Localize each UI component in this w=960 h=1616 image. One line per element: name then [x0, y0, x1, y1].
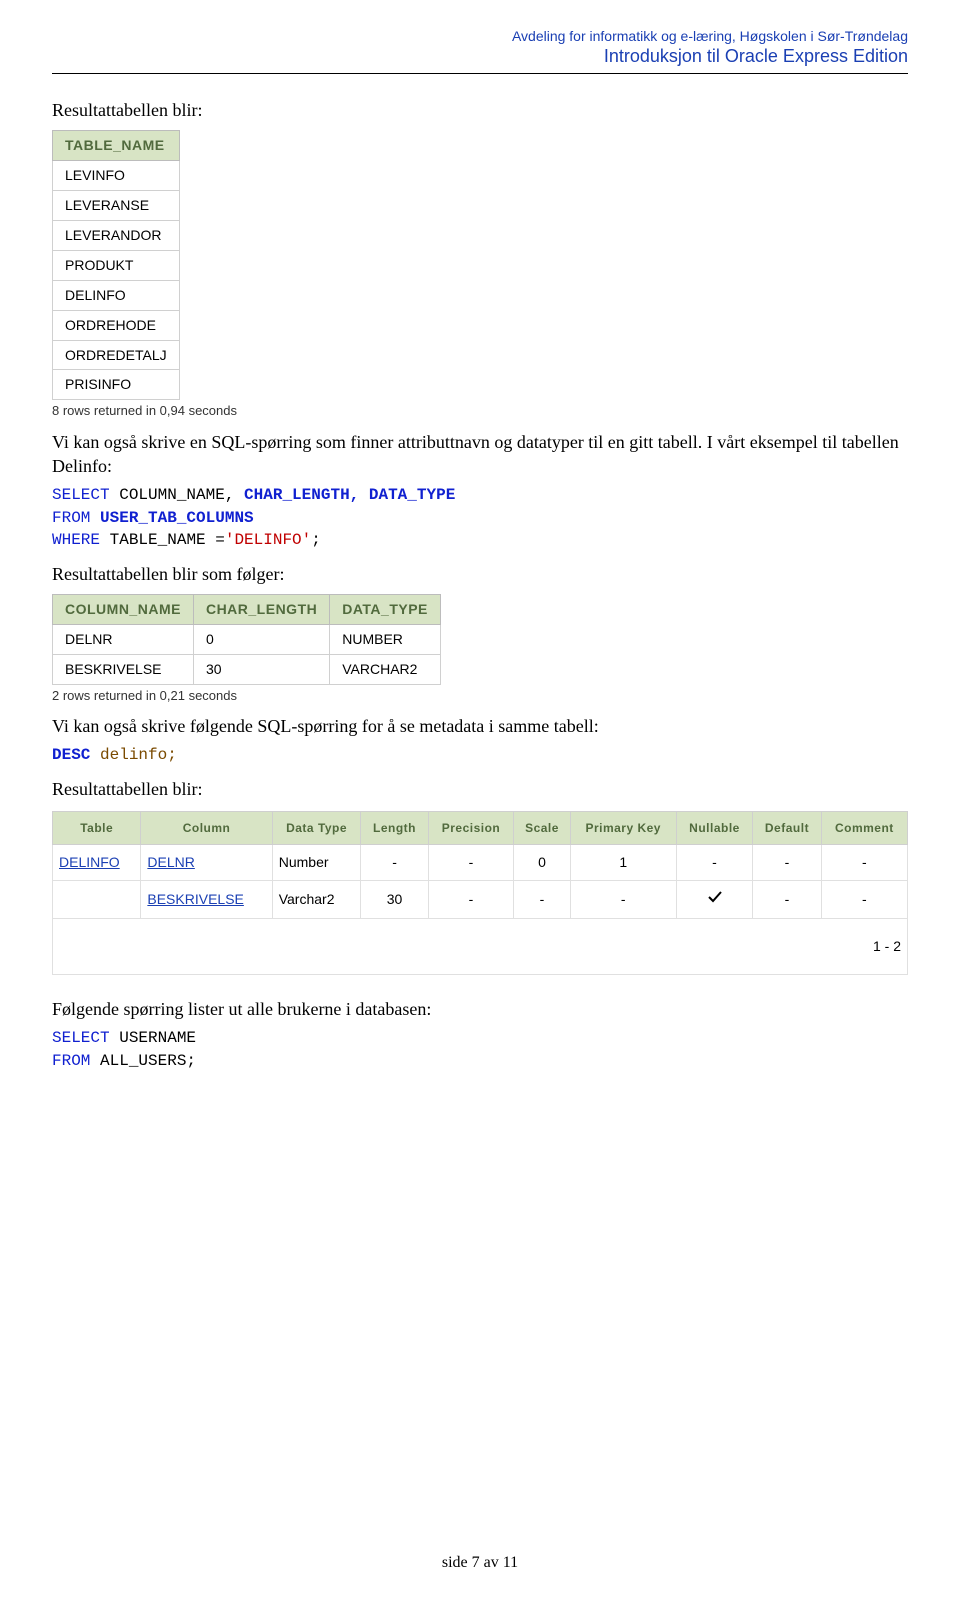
table1-cell: ORDREDETALJ [53, 340, 180, 370]
sql-from-obj: USER_TAB_COLUMNS [100, 509, 254, 527]
header-divider [52, 73, 908, 74]
table2-r1c1: DELNR [53, 624, 194, 654]
desc-def: - [753, 881, 822, 919]
table1-cell: LEVINFO [53, 161, 180, 191]
desc-table: Table Column Data Type Length Precision … [52, 811, 908, 975]
sql-where-rest: TABLE_NAME = [110, 531, 225, 549]
table2-r2c3: VARCHAR2 [330, 654, 441, 684]
sql-cols: COLUMN_NAME, [119, 486, 234, 504]
desc-def: - [753, 845, 822, 881]
table2-h3: DATA_TYPE [330, 594, 441, 624]
table1-cell: ORDREHODE [53, 310, 180, 340]
desc-summary-row: 1 - 2 [53, 919, 908, 975]
table1-cell: LEVERANDOR [53, 220, 180, 250]
desc-h-nullable: Nullable [676, 812, 752, 845]
desc-table-link[interactable]: DELINFO [59, 854, 120, 870]
kw-select: SELECT [52, 486, 110, 504]
table2-r1c2: 0 [193, 624, 329, 654]
table1-cell: PRISINFO [53, 370, 180, 400]
result-heading-3: Resultattabellen blir: [52, 777, 908, 801]
check-icon [707, 889, 723, 910]
kw-from-3: FROM [52, 1052, 90, 1070]
header-line-2: Introduksjon til Oracle Express Edition [52, 46, 908, 67]
desc-prec: - [428, 845, 514, 881]
paragraph-3: Vi kan også skrive følgende SQL-spørring… [52, 714, 908, 738]
desc-row-1: DELINFO DELNR Number - - 0 1 - - - [53, 845, 908, 881]
desc-h-length: Length [361, 812, 428, 845]
desc-comment: - [821, 881, 907, 919]
table2-r1c3: NUMBER [330, 624, 441, 654]
desc-scale: 0 [514, 845, 570, 881]
paragraph-1: Vi kan også skrive en SQL-spørring som f… [52, 430, 908, 479]
sql3-obj: ALL_USERS; [100, 1052, 196, 1070]
result-table-2: COLUMN_NAME CHAR_LENGTH DATA_TYPE DELNR … [52, 594, 441, 685]
sql-desc-arg: delinfo; [100, 746, 177, 764]
desc-column-link[interactable]: BESKRIVELSE [147, 891, 244, 907]
desc-scale: - [514, 881, 570, 919]
sql-block-2: DESC delinfo; [52, 744, 908, 766]
desc-pk: 1 [570, 845, 676, 881]
desc-h-scale: Scale [514, 812, 570, 845]
kw-where: WHERE [52, 531, 100, 549]
desc-h-default: Default [753, 812, 822, 845]
desc-row-2: BESKRIVELSE Varchar2 30 - - - - - [53, 881, 908, 919]
kw-select-3: SELECT [52, 1029, 110, 1047]
page-header: Avdeling for informatikk og e-læring, Hø… [52, 28, 908, 67]
desc-h-comment: Comment [821, 812, 907, 845]
desc-h-datatype: Data Type [272, 812, 361, 845]
desc-h-column: Column [141, 812, 272, 845]
table2-h1: COLUMN_NAME [53, 594, 194, 624]
desc-dtype: Number [272, 845, 361, 881]
sql-block-3: SELECT USERNAME FROM ALL_USERS; [52, 1027, 908, 1072]
desc-len: 30 [361, 881, 428, 919]
sql-literal: 'DELINFO' [225, 531, 311, 549]
sql-semi: ; [311, 531, 321, 549]
table1-cell: PRODUKT [53, 250, 180, 280]
desc-nullable: - [676, 845, 752, 881]
page-footer: side 7 av 11 [0, 1554, 960, 1572]
desc-len: - [361, 845, 428, 881]
paragraph-5: Følgende spørring lister ut alle brukern… [52, 997, 908, 1021]
kw-desc: DESC [52, 746, 90, 764]
table1-footnote: 8 rows returned in 0,94 seconds [52, 402, 908, 420]
kw-from: FROM [52, 509, 90, 527]
desc-summary: 1 - 2 [53, 919, 908, 975]
table2-r2c2: 30 [193, 654, 329, 684]
sql3-col: USERNAME [119, 1029, 196, 1047]
desc-nullable-check [676, 881, 752, 919]
desc-pk: - [570, 881, 676, 919]
table1-header: TABLE_NAME [53, 131, 180, 161]
sql-block-1: SELECT COLUMN_NAME, CHAR_LENGTH, DATA_TY… [52, 484, 908, 551]
desc-h-pk: Primary Key [570, 812, 676, 845]
table2-r2c1: BESKRIVELSE [53, 654, 194, 684]
table1-cell: LEVERANSE [53, 191, 180, 221]
table2-h2: CHAR_LENGTH [193, 594, 329, 624]
desc-h-table: Table [53, 812, 141, 845]
header-line-1: Avdeling for informatikk og e-læring, Hø… [52, 28, 908, 44]
desc-prec: - [428, 881, 514, 919]
desc-h-precision: Precision [428, 812, 514, 845]
desc-dtype: Varchar2 [272, 881, 361, 919]
result-heading-1: Resultattabellen blir: [52, 98, 908, 122]
table1-cell: DELINFO [53, 280, 180, 310]
sql-bold-1: CHAR_LENGTH, [244, 486, 359, 504]
result-table-1: TABLE_NAME LEVINFO LEVERANSE LEVERANDOR … [52, 130, 180, 400]
sql-bold-2: DATA_TYPE [369, 486, 455, 504]
table2-footnote: 2 rows returned in 0,21 seconds [52, 687, 908, 705]
desc-table-cell-empty [53, 881, 141, 919]
desc-comment: - [821, 845, 907, 881]
desc-column-link[interactable]: DELNR [147, 854, 194, 870]
result-heading-2: Resultattabellen blir som følger: [52, 562, 908, 586]
